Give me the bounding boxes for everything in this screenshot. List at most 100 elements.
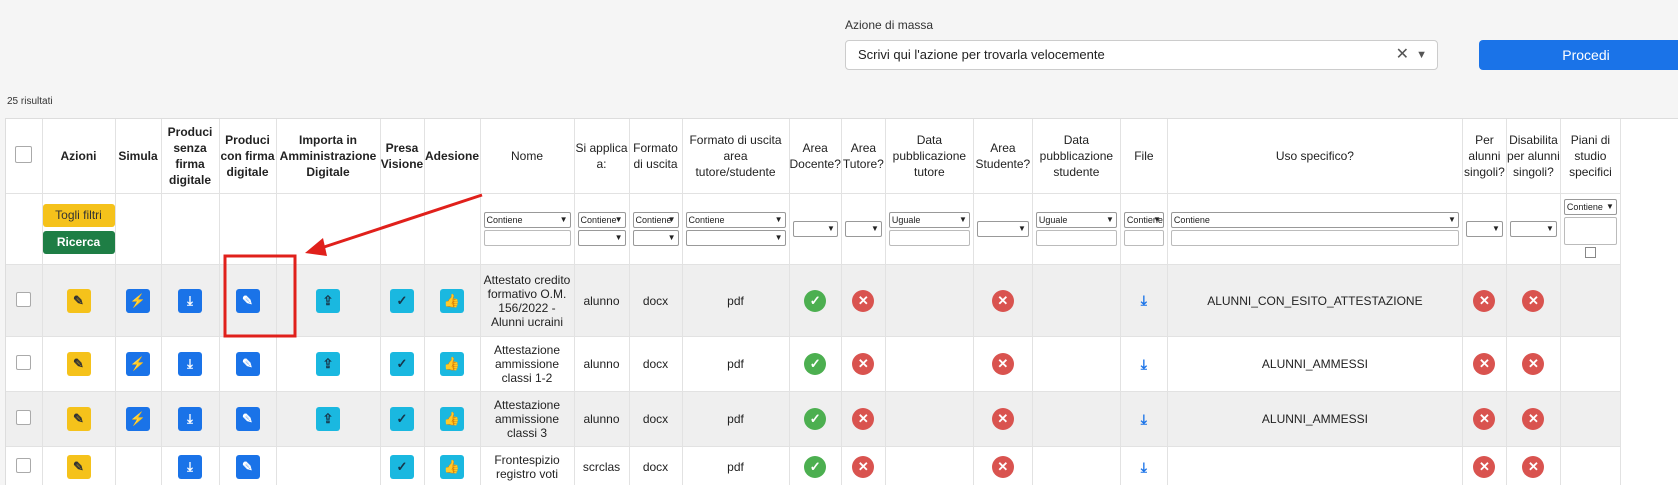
header-presa-visione[interactable]: Presa Visione bbox=[380, 119, 424, 194]
filter-file-operator[interactable]: Contiene▼ bbox=[1124, 212, 1164, 228]
filter-formato-tutore-select[interactable]: ▼ bbox=[686, 230, 786, 246]
select-all-checkbox[interactable] bbox=[15, 146, 32, 163]
filter-si-applica-select[interactable]: ▼ bbox=[578, 230, 626, 246]
filter-file-input[interactable] bbox=[1124, 230, 1164, 246]
cell-nome: Attestazione ammissione classi 1-2 bbox=[480, 337, 574, 392]
share-icon[interactable]: ⇪ bbox=[316, 352, 340, 376]
row-checkbox[interactable] bbox=[16, 458, 31, 473]
procedi-button[interactable]: Procedi bbox=[1479, 40, 1678, 70]
results-count: 25 risultati bbox=[7, 96, 53, 107]
filter-data-tutore-input[interactable] bbox=[889, 230, 970, 246]
header-uso[interactable]: Uso specifico? bbox=[1167, 119, 1462, 194]
header-piani[interactable]: Piani di studio specifici bbox=[1560, 119, 1620, 194]
file-download-icon[interactable]: ⤓ bbox=[1141, 292, 1147, 308]
pencil-icon[interactable]: ✎ bbox=[236, 407, 260, 431]
filter-area-studente-select[interactable]: ▼ bbox=[977, 221, 1029, 237]
thumbs-up-icon[interactable]: 👍 bbox=[440, 407, 464, 431]
download-icon[interactable]: ⤓ bbox=[178, 407, 202, 431]
header-formato-tutore[interactable]: Formato di uscita area tutore/studente bbox=[682, 119, 789, 194]
thumbs-up-icon[interactable]: 👍 bbox=[440, 289, 464, 313]
edit-icon[interactable]: ✎ bbox=[67, 352, 91, 376]
share-icon[interactable]: ⇪ bbox=[316, 407, 340, 431]
bolt-icon[interactable]: ⚡ bbox=[126, 289, 150, 313]
header-adesione[interactable]: Adesione bbox=[424, 119, 480, 194]
filter-area-tutore-select[interactable]: ▼ bbox=[845, 221, 882, 237]
row-checkbox[interactable] bbox=[16, 355, 31, 370]
filter-area-docente-select[interactable]: ▼ bbox=[793, 221, 838, 237]
file-download-icon[interactable]: ⤓ bbox=[1141, 356, 1147, 372]
filter-data-tutore-operator[interactable]: Uguale▼ bbox=[889, 212, 970, 228]
header-nome[interactable]: Nome bbox=[480, 119, 574, 194]
header-disabilita[interactable]: Disabilita per alunni singoli? bbox=[1506, 119, 1560, 194]
pencil-icon[interactable]: ✎ bbox=[236, 455, 260, 479]
download-icon[interactable]: ⤓ bbox=[178, 289, 202, 313]
filter-piani-checkbox[interactable] bbox=[1585, 247, 1596, 258]
header-si-applica[interactable]: Si applica a: bbox=[574, 119, 629, 194]
search-button[interactable]: Ricerca bbox=[43, 231, 115, 254]
filter-nome-operator[interactable]: Contiene▼ bbox=[484, 212, 571, 228]
filter-uso-operator[interactable]: Contiene▼ bbox=[1171, 212, 1459, 228]
chevron-down-icon: ▼ bbox=[1153, 213, 1161, 227]
header-simula[interactable]: Simula bbox=[115, 119, 161, 194]
cell-nome: Attestazione ammissione classi 3 bbox=[480, 392, 574, 447]
header-formato[interactable]: Formato di uscita bbox=[629, 119, 682, 194]
filter-disabilita-select[interactable]: ▼ bbox=[1510, 221, 1557, 237]
chevron-down-icon: ▼ bbox=[668, 231, 676, 245]
filter-formato-select[interactable]: ▼ bbox=[633, 230, 679, 246]
check-icon[interactable]: ✓ bbox=[390, 352, 414, 376]
chevron-down-icon: ▼ bbox=[1492, 222, 1500, 236]
clear-filters-button[interactable]: Togli filtri bbox=[43, 204, 115, 227]
file-download-icon[interactable]: ⤓ bbox=[1141, 459, 1147, 475]
edit-icon[interactable]: ✎ bbox=[67, 407, 91, 431]
x-circle-icon: ✕ bbox=[992, 408, 1014, 430]
filter-nome-input[interactable] bbox=[484, 230, 571, 246]
filter-alunni-singoli-select[interactable]: ▼ bbox=[1466, 221, 1503, 237]
close-icon[interactable]: ✕ bbox=[1396, 41, 1409, 69]
thumbs-up-icon[interactable]: 👍 bbox=[440, 455, 464, 479]
filter-formato-operator[interactable]: Contiene▼ bbox=[633, 212, 679, 228]
edit-icon[interactable]: ✎ bbox=[67, 289, 91, 313]
header-importa[interactable]: Importa in Amministrazione Digitale bbox=[276, 119, 380, 194]
bolt-icon[interactable]: ⚡ bbox=[126, 407, 150, 431]
header-area-tutore[interactable]: Area Tutore? bbox=[841, 119, 885, 194]
header-alunni-singoli[interactable]: Per alunni singoli? bbox=[1462, 119, 1506, 194]
check-icon[interactable]: ✓ bbox=[390, 407, 414, 431]
row-checkbox[interactable] bbox=[16, 410, 31, 425]
chevron-down-icon[interactable]: ▼ bbox=[1416, 41, 1427, 69]
header-azioni[interactable]: Azioni bbox=[42, 119, 115, 194]
cell-nome: Frontespizio registro voti bbox=[480, 447, 574, 485]
filter-uso-input[interactable] bbox=[1171, 230, 1459, 246]
check-icon[interactable]: ✓ bbox=[390, 289, 414, 313]
pencil-icon[interactable]: ✎ bbox=[236, 352, 260, 376]
table-row: ✎ ⚡ ⤓ ✎ ⇪ ✓ 👍 Attestato credito formativ… bbox=[6, 265, 1620, 337]
x-circle-icon: ✕ bbox=[852, 290, 874, 312]
header-produci-senza-firma[interactable]: Produci senza firma digitale bbox=[161, 119, 219, 194]
mass-action-select[interactable]: Scrivi qui l'azione per trovarla velocem… bbox=[845, 40, 1438, 70]
edit-icon[interactable]: ✎ bbox=[67, 455, 91, 479]
header-area-docente[interactable]: Area Docente? bbox=[789, 119, 841, 194]
header-area-studente[interactable]: Area Studente? bbox=[973, 119, 1032, 194]
x-circle-icon: ✕ bbox=[1522, 353, 1544, 375]
header-select-all[interactable] bbox=[6, 119, 42, 194]
filter-data-studente-input[interactable] bbox=[1036, 230, 1117, 246]
file-download-icon[interactable]: ⤓ bbox=[1141, 411, 1147, 427]
share-icon[interactable]: ⇪ bbox=[316, 289, 340, 313]
check-icon[interactable]: ✓ bbox=[390, 455, 414, 479]
header-data-studente[interactable]: Data pubblicazione studente bbox=[1032, 119, 1120, 194]
filter-si-applica-operator[interactable]: Contiene▼ bbox=[578, 212, 626, 228]
filter-data-studente-operator[interactable]: Uguale▼ bbox=[1036, 212, 1117, 228]
download-icon[interactable]: ⤓ bbox=[178, 352, 202, 376]
download-icon[interactable]: ⤓ bbox=[178, 455, 202, 479]
header-file[interactable]: File bbox=[1120, 119, 1167, 194]
row-checkbox[interactable] bbox=[16, 292, 31, 307]
header-data-tutore[interactable]: Data pubblicazione tutore bbox=[885, 119, 973, 194]
filter-piani-input[interactable] bbox=[1564, 217, 1617, 245]
thumbs-up-icon[interactable]: 👍 bbox=[440, 352, 464, 376]
x-circle-icon: ✕ bbox=[852, 408, 874, 430]
header-produci-con-firma[interactable]: Produci con firma digitale bbox=[219, 119, 276, 194]
pencil-icon[interactable]: ✎ bbox=[236, 289, 260, 313]
filter-formato-tutore-operator[interactable]: Contiene▼ bbox=[686, 212, 786, 228]
check-circle-icon: ✓ bbox=[804, 408, 826, 430]
filter-piani-operator[interactable]: Contiene▼ bbox=[1564, 199, 1617, 215]
bolt-icon[interactable]: ⚡ bbox=[126, 352, 150, 376]
